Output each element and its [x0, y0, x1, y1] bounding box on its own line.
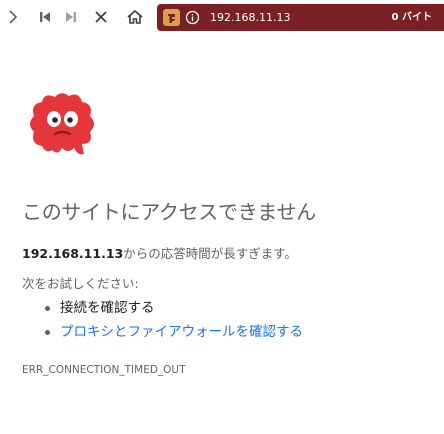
close-icon[interactable] — [90, 6, 112, 28]
summary-text: からの応答時間が長すぎます。 — [123, 246, 297, 261]
suggestion-check-proxy-firewall-link[interactable]: プロキシとファイアウォールを確認する — [45, 320, 303, 344]
address-bar[interactable]: 192.168.11.13 0 バイト — [157, 4, 444, 31]
skip-back-icon[interactable] — [34, 6, 56, 28]
skip-forward-icon[interactable] — [60, 6, 82, 28]
red-monster-icon — [24, 88, 98, 160]
chevron-right-icon[interactable] — [2, 6, 24, 28]
byte-count: 0 バイト — [391, 12, 432, 23]
host-name: 192.168.11.13 — [22, 246, 124, 261]
url-text[interactable]: 192.168.11.13 — [210, 10, 290, 25]
browser-toolbar: 192.168.11.13 0 バイト — [0, 0, 444, 36]
error-title: このサイトにアクセスできません — [22, 200, 316, 224]
suggestion-list: 接続を確認する プロキシとファイアウォールを確認する — [22, 296, 303, 344]
fire-badge-icon[interactable] — [163, 9, 180, 26]
suggestion-check-connection: 接続を確認する — [45, 296, 303, 320]
try-heading: 次をお試しください: — [22, 276, 139, 291]
info-icon[interactable] — [185, 10, 200, 25]
home-icon[interactable] — [124, 6, 146, 28]
error-summary: 192.168.11.13からの応答時間が長すぎます。 — [22, 245, 432, 263]
error-code: ERR_CONNECTION_TIMED_OUT — [22, 364, 186, 376]
